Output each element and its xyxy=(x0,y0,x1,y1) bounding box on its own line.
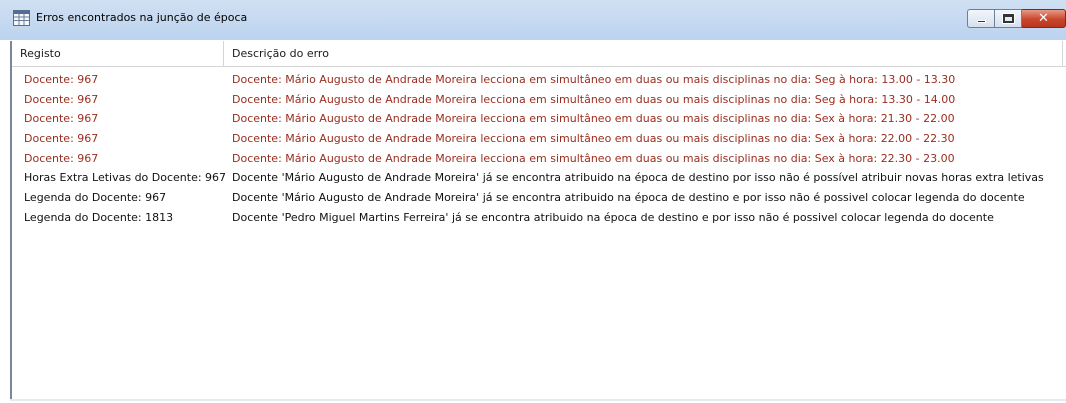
descricao-cell: Docente 'Pedro Miguel Martins Ferreira' … xyxy=(232,210,994,224)
column-divider xyxy=(1062,41,1063,66)
error-dialog-window: Erros encontrados na junção de época ✕ R… xyxy=(0,0,1066,403)
list-item[interactable]: Docente: 967 Docente: Mário Augusto de A… xyxy=(12,90,1066,110)
descricao-cell: Docente: Mário Augusto de Andrade Moreir… xyxy=(232,73,956,86)
title-bar[interactable]: Erros encontrados na junção de época ✕ xyxy=(0,0,1066,40)
close-icon: ✕ xyxy=(1038,11,1049,26)
maximize-button[interactable] xyxy=(995,9,1022,28)
list-item[interactable]: Docente: 967 Docente: Mário Augusto de A… xyxy=(12,70,1066,90)
column-header-descricao[interactable]: Descrição do erro xyxy=(224,41,1066,66)
table-icon xyxy=(13,10,30,26)
list-item[interactable]: Docente: 967 Docente: Mário Augusto de A… xyxy=(12,129,1066,149)
list-item[interactable]: Docente: 967 Docente: Mário Augusto de A… xyxy=(12,109,1066,129)
list-item[interactable]: Docente: 967 Docente: Mário Augusto de A… xyxy=(12,149,1066,169)
descricao-cell: Docente: Mário Augusto de Andrade Moreir… xyxy=(232,92,956,106)
descricao-cell: Docente: Mário Augusto de Andrade Moreir… xyxy=(232,112,955,126)
registo-cell: Legenda do Docente: 967 xyxy=(24,191,167,205)
minimize-icon xyxy=(977,20,986,23)
list-rows: Docente: 967 Docente: Mário Augusto de A… xyxy=(12,70,1066,228)
window-bottom-edge xyxy=(10,399,1066,401)
registo-cell: Docente: 967 xyxy=(24,92,99,106)
close-button[interactable]: ✕ xyxy=(1022,9,1066,28)
list-header: Registo Descrição do erro xyxy=(12,41,1066,67)
minimize-button[interactable] xyxy=(967,9,995,28)
window-title: Erros encontrados na junção de época xyxy=(36,11,248,24)
registo-cell: Docente: 967 xyxy=(24,73,99,86)
list-item[interactable]: Legenda do Docente: 1813 Docente 'Pedro … xyxy=(12,208,1066,228)
registo-cell: Docente: 967 xyxy=(24,132,99,146)
maximize-icon xyxy=(1003,14,1014,23)
descricao-cell: Docente 'Mário Augusto de Andrade Moreir… xyxy=(232,171,1044,185)
registo-cell: Legenda do Docente: 1813 xyxy=(24,210,174,224)
descricao-cell: Docente: Mário Augusto de Andrade Moreir… xyxy=(232,151,955,165)
column-header-registo[interactable]: Registo xyxy=(12,41,224,66)
list-item[interactable]: Horas Extra Letivas do Docente: 967 Doce… xyxy=(12,168,1066,188)
list-item[interactable]: Legenda do Docente: 967 Docente 'Mário A… xyxy=(12,188,1066,208)
descricao-cell: Docente 'Mário Augusto de Andrade Moreir… xyxy=(232,191,1025,205)
registo-cell: Horas Extra Letivas do Docente: 967 xyxy=(24,171,227,185)
registo-cell: Docente: 967 xyxy=(24,151,99,165)
error-list[interactable]: Registo Descrição do erro Docente: 967 D… xyxy=(10,41,1066,401)
registo-cell: Docente: 967 xyxy=(24,112,99,126)
descricao-cell: Docente: Mário Augusto de Andrade Moreir… xyxy=(232,132,955,146)
